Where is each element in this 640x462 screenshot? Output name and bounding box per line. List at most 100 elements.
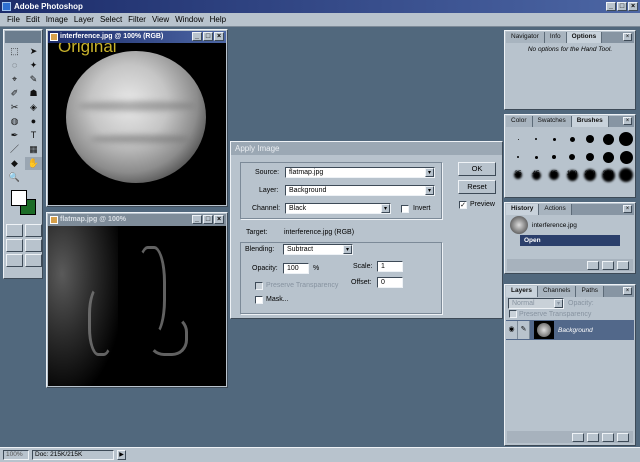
trash-icon[interactable] bbox=[617, 260, 629, 270]
gradient-tool-icon[interactable]: ▦ bbox=[25, 143, 42, 156]
invert-checkbox[interactable] bbox=[401, 205, 409, 213]
tab-history[interactable]: History bbox=[506, 204, 540, 215]
layer-circle-icon[interactable] bbox=[572, 432, 584, 442]
standard-mode-icon[interactable] bbox=[6, 224, 23, 237]
menu-view[interactable]: View bbox=[149, 13, 172, 26]
panel-menu-button[interactable]: × bbox=[623, 33, 632, 41]
magic-wand-tool-icon[interactable]: ✦ bbox=[25, 59, 42, 72]
zoom-tool-icon[interactable]: 🔍 bbox=[6, 171, 23, 184]
dodge-tool-icon[interactable]: ● bbox=[25, 115, 42, 128]
toolbox-header[interactable] bbox=[5, 31, 41, 43]
document-title-bar[interactable]: interference.jpg @ 100% (RGB) _ □ × bbox=[48, 31, 226, 43]
full-screen-menu-icon[interactable] bbox=[25, 239, 42, 252]
trash-icon[interactable] bbox=[617, 432, 629, 442]
layer-select[interactable]: Background ▾ bbox=[285, 185, 435, 196]
zoom-level[interactable]: 100% bbox=[3, 450, 29, 460]
paint-bucket-tool-icon[interactable]: ◆ bbox=[6, 157, 23, 170]
tab-swatches[interactable]: Swatches bbox=[532, 116, 572, 127]
jump-to-imageready-icon[interactable] bbox=[25, 254, 42, 267]
document-canvas[interactable]: Original bbox=[48, 43, 226, 205]
tab-navigator[interactable]: Navigator bbox=[506, 32, 545, 43]
tab-paths[interactable]: Paths bbox=[576, 286, 605, 297]
tab-options[interactable]: Options bbox=[566, 32, 603, 43]
brush-preset[interactable] bbox=[618, 130, 634, 148]
doc-maximize-button[interactable]: □ bbox=[203, 32, 213, 41]
layer-mask-icon[interactable] bbox=[587, 432, 599, 442]
hand-tool-icon[interactable]: ✋ bbox=[25, 157, 42, 170]
opacity-input[interactable]: 100 bbox=[283, 263, 309, 274]
blending-select[interactable]: Subtract ▾ bbox=[283, 244, 353, 255]
brush-preset[interactable] bbox=[600, 148, 616, 166]
brush-preset[interactable] bbox=[564, 148, 580, 166]
tab-color[interactable]: Color bbox=[506, 116, 533, 127]
lasso-tool-icon[interactable]: ◌ bbox=[6, 59, 23, 72]
type-tool-icon[interactable]: T bbox=[25, 129, 42, 142]
preview-checkbox[interactable]: ✓ bbox=[459, 201, 467, 209]
brush-preset[interactable] bbox=[582, 148, 598, 166]
history-state-open[interactable]: Open bbox=[520, 235, 620, 246]
eyedropper-tool-icon[interactable] bbox=[25, 171, 42, 184]
source-select[interactable]: flatmap.jpg ▾ bbox=[285, 167, 435, 178]
panel-menu-button[interactable]: × bbox=[623, 287, 632, 295]
paintbrush-icon[interactable]: ✎ bbox=[518, 321, 530, 339]
document-canvas[interactable] bbox=[48, 226, 226, 386]
reset-button[interactable]: Reset bbox=[458, 180, 496, 194]
scale-input[interactable]: 1 bbox=[377, 261, 403, 272]
eraser-tool-icon[interactable]: ◈ bbox=[25, 101, 42, 114]
doc-maximize-button[interactable]: □ bbox=[203, 215, 213, 224]
panel-menu-button[interactable]: × bbox=[623, 205, 632, 213]
menu-help[interactable]: Help bbox=[207, 13, 229, 26]
rubber-stamp-tool-icon[interactable]: ☗ bbox=[25, 87, 42, 100]
doc-minimize-button[interactable]: _ bbox=[192, 32, 202, 41]
brush-preset[interactable] bbox=[510, 130, 526, 148]
pen-tool-icon[interactable]: ✒ bbox=[6, 129, 23, 142]
foreground-color-swatch[interactable] bbox=[11, 190, 27, 206]
marquee-tool-icon[interactable]: ⬚ bbox=[6, 45, 23, 58]
preserve-transparency-checkbox[interactable] bbox=[509, 310, 517, 318]
history-brush-tool-icon[interactable]: ✂ bbox=[6, 101, 23, 114]
blur-tool-icon[interactable]: ◍ bbox=[6, 115, 23, 128]
quick-mask-mode-icon[interactable] bbox=[25, 224, 42, 237]
tab-brushes[interactable]: Brushes bbox=[571, 116, 609, 127]
doc-minimize-button[interactable]: _ bbox=[192, 215, 202, 224]
mask-checkbox[interactable] bbox=[255, 296, 263, 304]
history-snapshot[interactable]: interference.jpg bbox=[506, 215, 634, 235]
close-button[interactable]: × bbox=[628, 2, 638, 11]
brush-preset[interactable] bbox=[546, 148, 562, 166]
brush-preset[interactable] bbox=[528, 130, 544, 148]
brush-preset[interactable] bbox=[618, 148, 634, 166]
airbrush-tool-icon[interactable]: ✎ bbox=[25, 73, 42, 86]
paintbrush-tool-icon[interactable]: ✐ bbox=[6, 87, 23, 100]
menu-file[interactable]: File bbox=[4, 13, 23, 26]
minimize-button[interactable]: _ bbox=[606, 2, 616, 11]
brush-preset[interactable] bbox=[528, 148, 544, 166]
dialog-title-bar[interactable]: Apply Image bbox=[231, 142, 502, 155]
panel-menu-button[interactable]: × bbox=[623, 117, 632, 125]
maximize-button[interactable]: □ bbox=[617, 2, 627, 11]
full-screen-icon[interactable] bbox=[6, 254, 23, 267]
channel-select[interactable]: Black ▾ bbox=[285, 203, 391, 214]
crop-tool-icon[interactable]: ⌖ bbox=[6, 73, 23, 86]
new-snapshot-icon[interactable] bbox=[602, 260, 614, 270]
menu-window[interactable]: Window bbox=[172, 13, 206, 26]
status-menu-arrow-icon[interactable]: ▶ bbox=[117, 450, 126, 460]
move-tool-icon[interactable]: ➤ bbox=[25, 45, 42, 58]
preserve-transparency-checkbox[interactable] bbox=[255, 282, 263, 290]
tab-channels[interactable]: Channels bbox=[537, 286, 577, 297]
eye-icon[interactable]: ◉ bbox=[506, 321, 518, 339]
brush-preset[interactable] bbox=[582, 130, 598, 148]
doc-close-button[interactable]: × bbox=[214, 215, 224, 224]
menu-edit[interactable]: Edit bbox=[23, 13, 43, 26]
menu-image[interactable]: Image bbox=[43, 13, 71, 26]
menu-layer[interactable]: Layer bbox=[71, 13, 97, 26]
new-document-icon[interactable] bbox=[587, 260, 599, 270]
ok-button[interactable]: OK bbox=[458, 162, 496, 176]
doc-close-button[interactable]: × bbox=[214, 32, 224, 41]
menu-select[interactable]: Select bbox=[97, 13, 125, 26]
document-title-bar[interactable]: flatmap.jpg @ 100% _ □ × bbox=[48, 214, 226, 226]
brush-preset[interactable] bbox=[564, 130, 580, 148]
layer-row-background[interactable]: ◉ ✎ Background bbox=[506, 320, 634, 340]
brush-preset[interactable] bbox=[546, 130, 562, 148]
standard-screen-icon[interactable] bbox=[6, 239, 23, 252]
new-layer-icon[interactable] bbox=[602, 432, 614, 442]
